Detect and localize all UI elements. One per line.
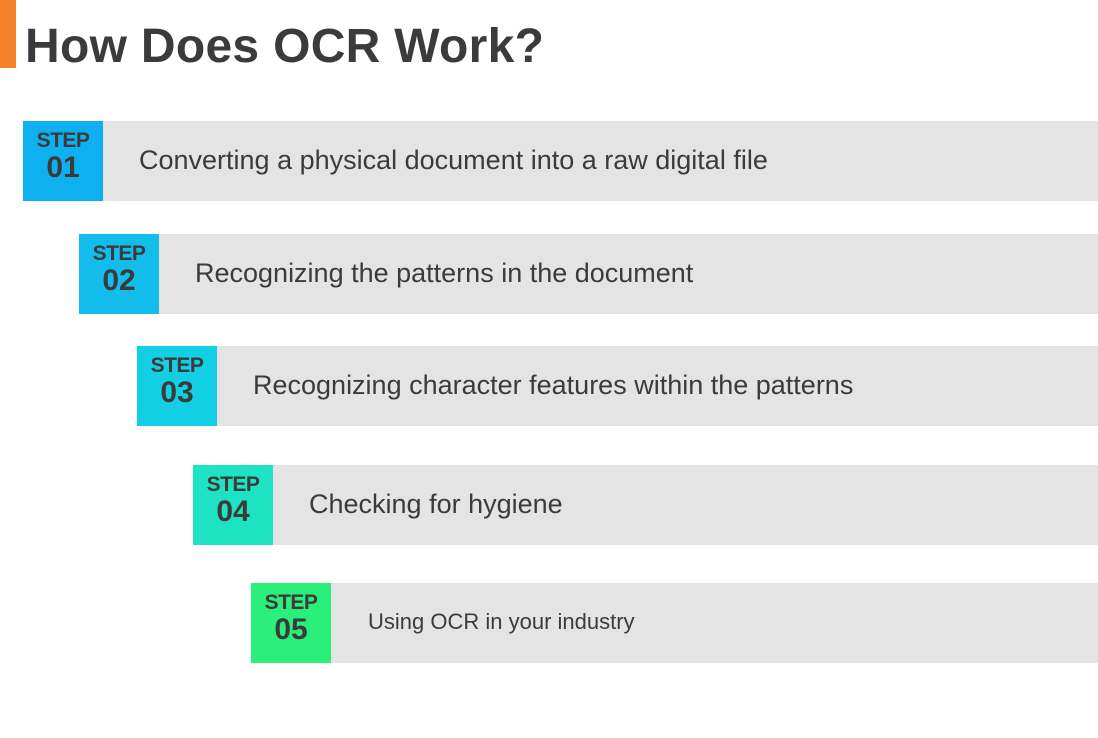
step-badge-02: STEP 02 bbox=[79, 234, 159, 314]
step-description: Converting a physical document into a ra… bbox=[139, 145, 768, 175]
title-accent-bar bbox=[0, 0, 16, 68]
step-row-03: STEP 03 Recognizing character features w… bbox=[137, 346, 1098, 426]
step-description: Recognizing the patterns in the document bbox=[195, 258, 694, 288]
page-title: How Does OCR Work? bbox=[25, 20, 545, 73]
step-badge-label: STEP bbox=[36, 129, 90, 152]
step-badge-number: 03 bbox=[160, 376, 194, 409]
step-badge-label: STEP bbox=[206, 473, 260, 496]
step-badge-label: STEP bbox=[264, 591, 318, 614]
step-badge-number: 05 bbox=[274, 613, 308, 646]
step-badge-01: STEP 01 bbox=[23, 121, 103, 201]
step-badge-04: STEP 04 bbox=[193, 465, 273, 545]
step-badge-05: STEP 05 bbox=[251, 583, 331, 663]
step-row-05: STEP 05 Using OCR in your industry bbox=[251, 583, 1098, 663]
step-badge-number: 04 bbox=[216, 495, 250, 528]
step-badge-number: 02 bbox=[102, 264, 136, 297]
step-badge-label: STEP bbox=[92, 242, 146, 265]
step-description: Checking for hygiene bbox=[309, 489, 563, 519]
step-row-01: STEP 01 Converting a physical document i… bbox=[23, 121, 1098, 201]
step-badge-label: STEP bbox=[150, 354, 204, 377]
step-description: Recognizing character features within th… bbox=[253, 370, 854, 400]
step-row-02: STEP 02 Recognizing the patterns in the … bbox=[79, 234, 1098, 314]
step-description: Using OCR in your industry bbox=[368, 609, 635, 634]
step-badge-03: STEP 03 bbox=[137, 346, 217, 426]
step-badge-number: 01 bbox=[46, 151, 80, 184]
step-row-04: STEP 04 Checking for hygiene bbox=[193, 465, 1098, 545]
